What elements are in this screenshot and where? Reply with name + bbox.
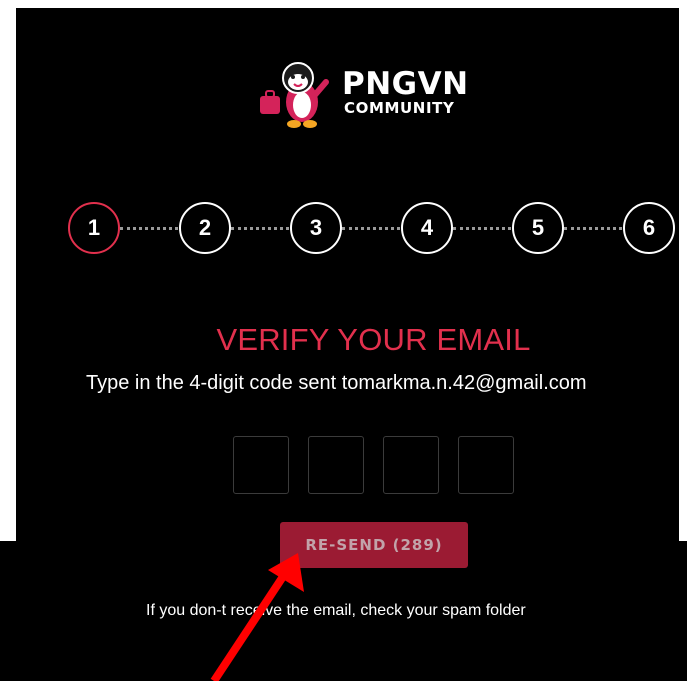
code-digit-3[interactable] xyxy=(383,436,439,494)
step-connector xyxy=(342,227,400,230)
brand-logo: PNGVN COMMUNITY xyxy=(258,58,498,134)
brand-subtitle: COMMUNITY xyxy=(344,99,455,117)
brand-title: PNGVN xyxy=(342,66,469,102)
step-connector xyxy=(231,227,289,230)
background-edge-top xyxy=(0,0,687,8)
step-2: 2 xyxy=(179,202,231,254)
step-5: 5 xyxy=(512,202,564,254)
step-connector xyxy=(453,227,511,230)
step-6: 6 xyxy=(623,202,675,254)
step-connector xyxy=(564,227,622,230)
step-connector xyxy=(120,227,178,230)
verify-instruction: Type in the 4-digit code sent tomarkma.n… xyxy=(86,372,587,394)
penguin-mascot-icon xyxy=(260,62,329,128)
step-1: 1 xyxy=(68,202,120,254)
spam-folder-note: If you don-t receive the email, check yo… xyxy=(146,602,526,619)
background-edge-left xyxy=(0,0,16,541)
code-digit-1[interactable] xyxy=(233,436,289,494)
step-progress: 1 2 3 4 5 6 xyxy=(68,202,680,256)
code-digit-2[interactable] xyxy=(308,436,364,494)
resend-button[interactable]: RE-SEND (289) xyxy=(280,522,468,568)
code-digit-4[interactable] xyxy=(458,436,514,494)
step-4: 4 xyxy=(401,202,453,254)
page-title: VERIFY YOUR EMAIL xyxy=(216,322,531,357)
step-3: 3 xyxy=(290,202,342,254)
background-edge-right xyxy=(679,0,687,541)
